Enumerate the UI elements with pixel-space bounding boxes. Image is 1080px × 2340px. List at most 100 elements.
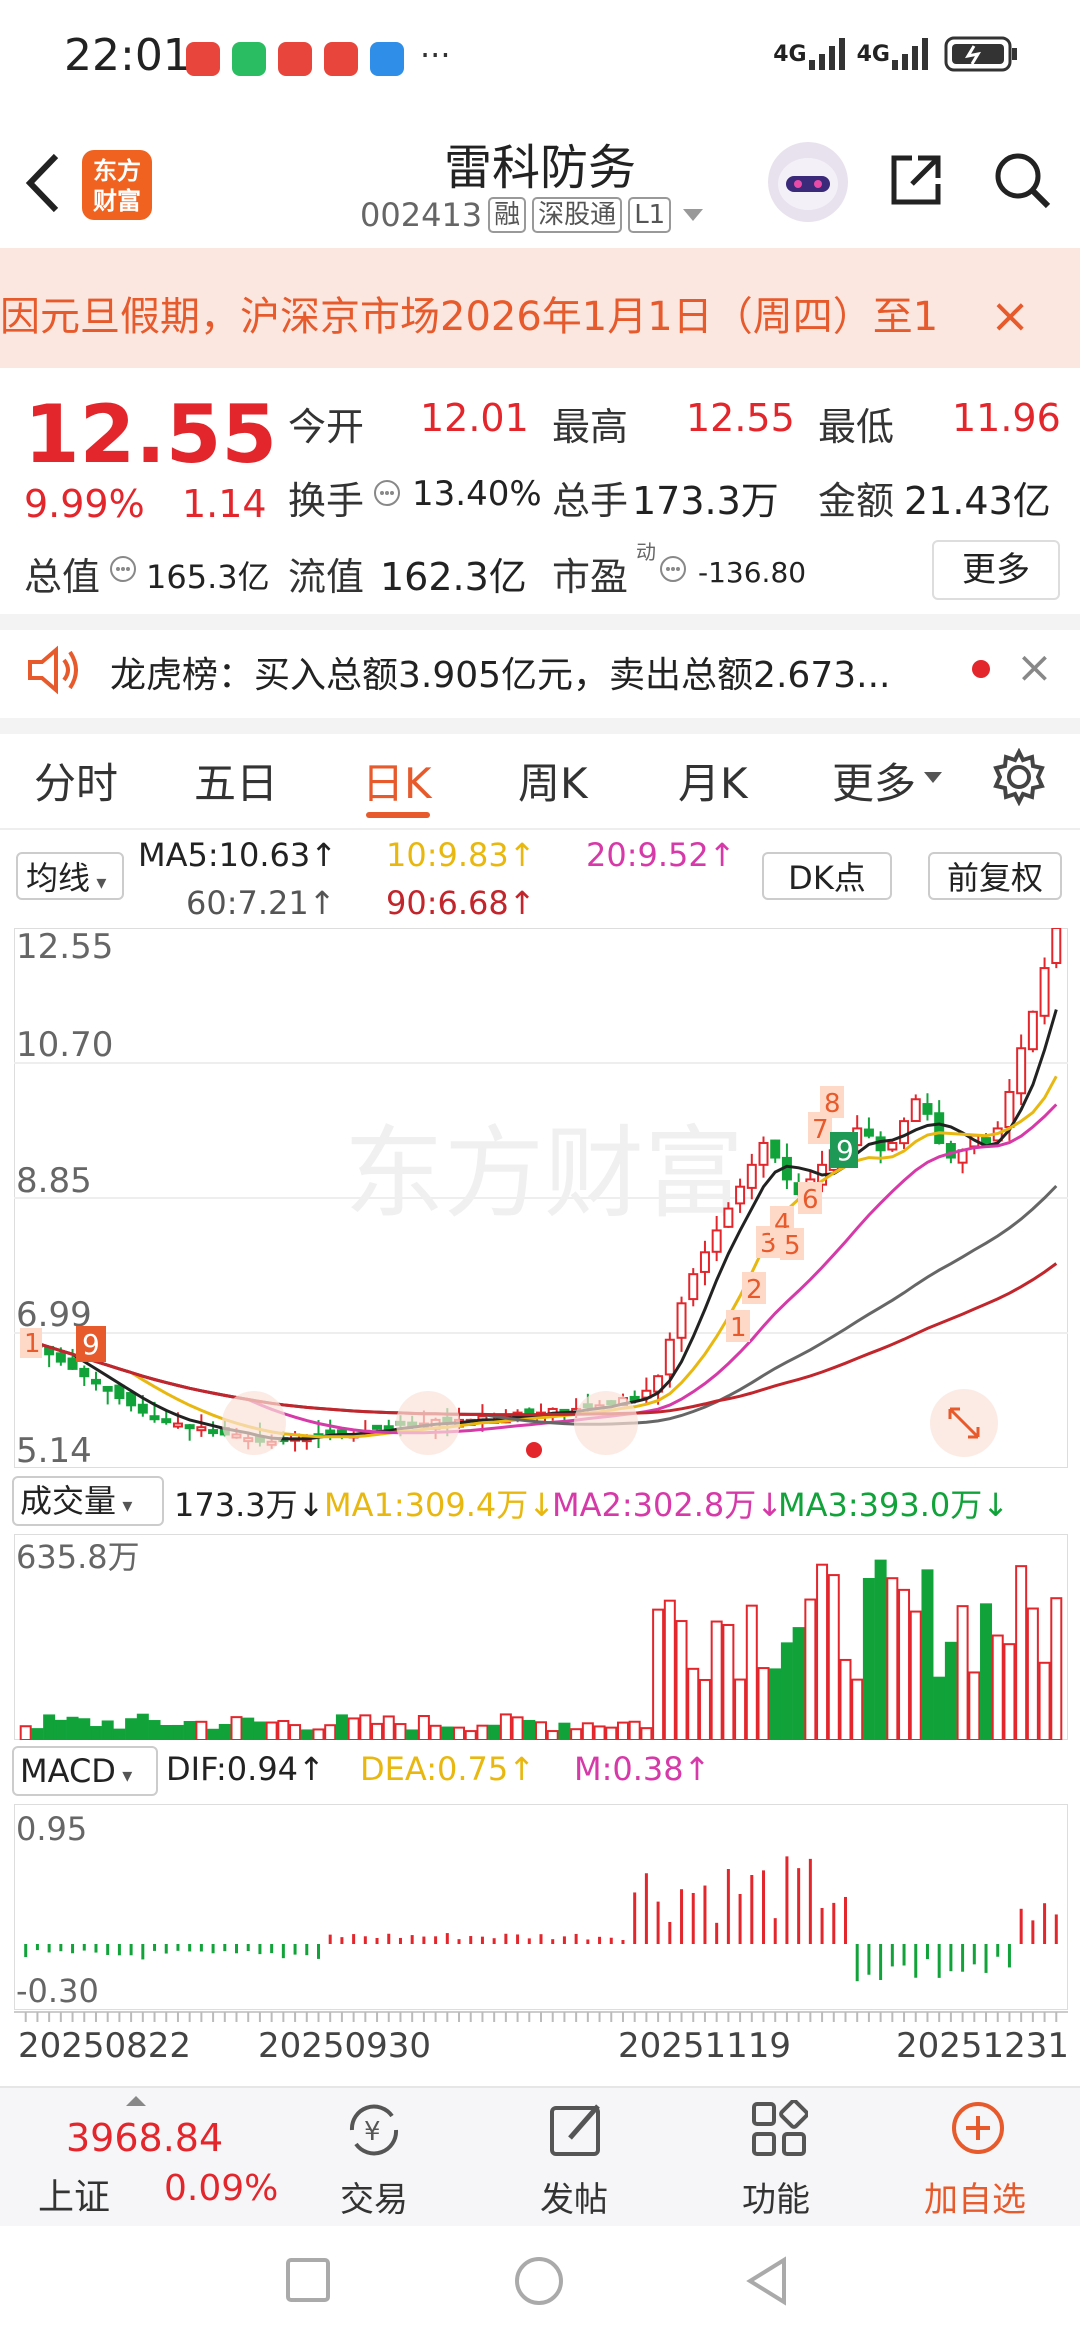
post-icon[interactable] bbox=[548, 2098, 608, 2160]
status-right: 4G 4G bbox=[773, 34, 1020, 74]
volume-bar bbox=[148, 1720, 161, 1740]
overlay-button[interactable] bbox=[396, 1391, 460, 1455]
volume-selector-label: 成交量 bbox=[20, 1482, 117, 1520]
volume-chart[interactable]: 635.8万 bbox=[14, 1534, 1068, 1740]
tab-daily-k[interactable]: 日K bbox=[362, 750, 432, 811]
overlay-button[interactable] bbox=[222, 1391, 286, 1455]
stock-code: 002413 bbox=[360, 196, 483, 234]
add-favorite-label[interactable]: 加自选 bbox=[924, 2172, 1026, 2221]
candle-body bbox=[664, 1338, 675, 1376]
info-icon[interactable] bbox=[372, 478, 402, 508]
info-icon[interactable] bbox=[108, 554, 138, 584]
volume-bar bbox=[511, 1716, 524, 1740]
post-label[interactable]: 发帖 bbox=[540, 2172, 608, 2221]
candle-body bbox=[887, 1141, 898, 1151]
index-value[interactable]: 3968.84 bbox=[66, 2116, 223, 2160]
candle-body bbox=[1039, 967, 1050, 1017]
last-price: 12.55 bbox=[24, 388, 278, 481]
dk-point-button[interactable]: DK点 bbox=[762, 852, 892, 900]
back-nav-icon[interactable] bbox=[742, 2254, 792, 2308]
adjust-button[interactable]: 前复权 bbox=[928, 852, 1062, 900]
stock-code-line[interactable]: 002413 融 深股通 L1 bbox=[360, 196, 707, 234]
unread-dot bbox=[972, 660, 990, 678]
robot-face bbox=[778, 158, 838, 210]
volume-bar bbox=[125, 1718, 138, 1740]
tab-weekly-k[interactable]: 周K bbox=[518, 750, 588, 811]
index-name[interactable]: 上证 bbox=[38, 2168, 110, 2220]
overlay-button[interactable] bbox=[574, 1391, 638, 1455]
candle-body bbox=[1051, 928, 1062, 965]
volume-bar bbox=[277, 1720, 290, 1740]
volume-bar bbox=[769, 1668, 782, 1740]
volume-bar bbox=[359, 1714, 372, 1740]
vol-ma2: MA2:302.8万↓ bbox=[552, 1486, 784, 1524]
assistant-robot-icon[interactable] bbox=[768, 142, 848, 222]
trade-icon[interactable]: ¥ bbox=[342, 2100, 406, 2160]
macd-chart[interactable]: 0.95 -0.30 bbox=[14, 1804, 1068, 2010]
date-label: 20251119 bbox=[618, 2026, 792, 2066]
add-favorite-icon[interactable] bbox=[948, 2098, 1008, 2158]
dragon-close-icon[interactable]: × bbox=[1016, 642, 1053, 693]
notice-close-icon[interactable]: × bbox=[990, 288, 1030, 344]
more-button[interactable]: 更多 bbox=[932, 540, 1060, 600]
volume-bar bbox=[874, 1559, 887, 1740]
price-axis-label: 8.85 bbox=[16, 1161, 92, 1201]
tab-monthly-k[interactable]: 月K bbox=[678, 750, 748, 811]
td-label: 9 bbox=[836, 1134, 854, 1167]
td-label: 9 bbox=[82, 1328, 100, 1361]
volume-label: 总手 bbox=[552, 479, 629, 523]
volume-bar bbox=[31, 1728, 44, 1740]
volume-bar bbox=[898, 1588, 911, 1740]
volume-bar bbox=[570, 1728, 583, 1740]
volume-bar bbox=[710, 1620, 723, 1740]
divider bbox=[0, 828, 1080, 830]
low-label: 最低 bbox=[818, 405, 895, 449]
candle-body bbox=[208, 1429, 219, 1435]
volume-bar bbox=[324, 1724, 337, 1740]
price-axis-label: 5.14 bbox=[16, 1431, 92, 1468]
info-icon[interactable] bbox=[658, 554, 688, 584]
amount-label: 金额 bbox=[818, 479, 895, 523]
index-up-arrow-icon bbox=[126, 2096, 146, 2106]
candle-body bbox=[934, 1112, 945, 1144]
share-icon[interactable] bbox=[884, 148, 948, 212]
macd-selector[interactable]: MACD ▾ bbox=[12, 1746, 158, 1796]
ma-selector[interactable]: 均线 ▾ bbox=[16, 852, 124, 900]
tab-five-day[interactable]: 五日 bbox=[194, 750, 278, 811]
dragon-tiger-text[interactable]: 龙虎榜：买入总额3.905亿元，卖出总额2.673... bbox=[110, 646, 890, 698]
event-marker[interactable] bbox=[526, 1442, 542, 1458]
high-label: 最高 bbox=[552, 405, 629, 449]
volume-bar bbox=[581, 1722, 594, 1740]
td-label: 7 bbox=[812, 1115, 829, 1145]
function-label[interactable]: 功能 bbox=[742, 2172, 810, 2221]
kline-chart[interactable]: 东方财富 12.55 10.70 8.85 6.99 5.14 1 9 1 2 … bbox=[14, 928, 1068, 1468]
volume-bar bbox=[347, 1717, 360, 1740]
candle-body bbox=[55, 1352, 66, 1363]
candle-body bbox=[1004, 1090, 1015, 1129]
volume-bar bbox=[89, 1726, 102, 1740]
candle-body bbox=[172, 1422, 183, 1428]
pe-superscript: 动 bbox=[636, 540, 656, 564]
recent-apps-icon[interactable] bbox=[284, 2256, 334, 2306]
candle-body bbox=[863, 1128, 874, 1137]
candle-body bbox=[137, 1403, 148, 1414]
candle-body bbox=[770, 1139, 781, 1159]
volume-selector[interactable]: 成交量 ▾ bbox=[12, 1476, 164, 1526]
volume-bar bbox=[453, 1726, 466, 1740]
home-icon[interactable] bbox=[512, 2254, 566, 2308]
index-change[interactable]: 0.09% bbox=[164, 2168, 278, 2209]
volume-bar bbox=[43, 1714, 56, 1740]
float-value: 162.3亿 bbox=[380, 555, 527, 599]
macd-axis-label: -0.30 bbox=[16, 1972, 99, 2010]
tab-more[interactable]: 更多 bbox=[832, 750, 916, 811]
settings-gear-icon[interactable] bbox=[990, 748, 1048, 806]
candle-body bbox=[899, 1120, 910, 1145]
trade-label[interactable]: 交易 bbox=[340, 2172, 408, 2221]
change-percent: 9.99% bbox=[24, 482, 145, 526]
macd-dif: DIF:0.94↑ bbox=[166, 1750, 325, 1788]
search-icon[interactable] bbox=[990, 148, 1054, 212]
tab-intraday[interactable]: 分时 bbox=[34, 750, 118, 811]
function-icon[interactable] bbox=[750, 2100, 808, 2158]
divider bbox=[0, 614, 1080, 630]
chart-overlay-buttons[interactable] bbox=[222, 1389, 998, 1458]
